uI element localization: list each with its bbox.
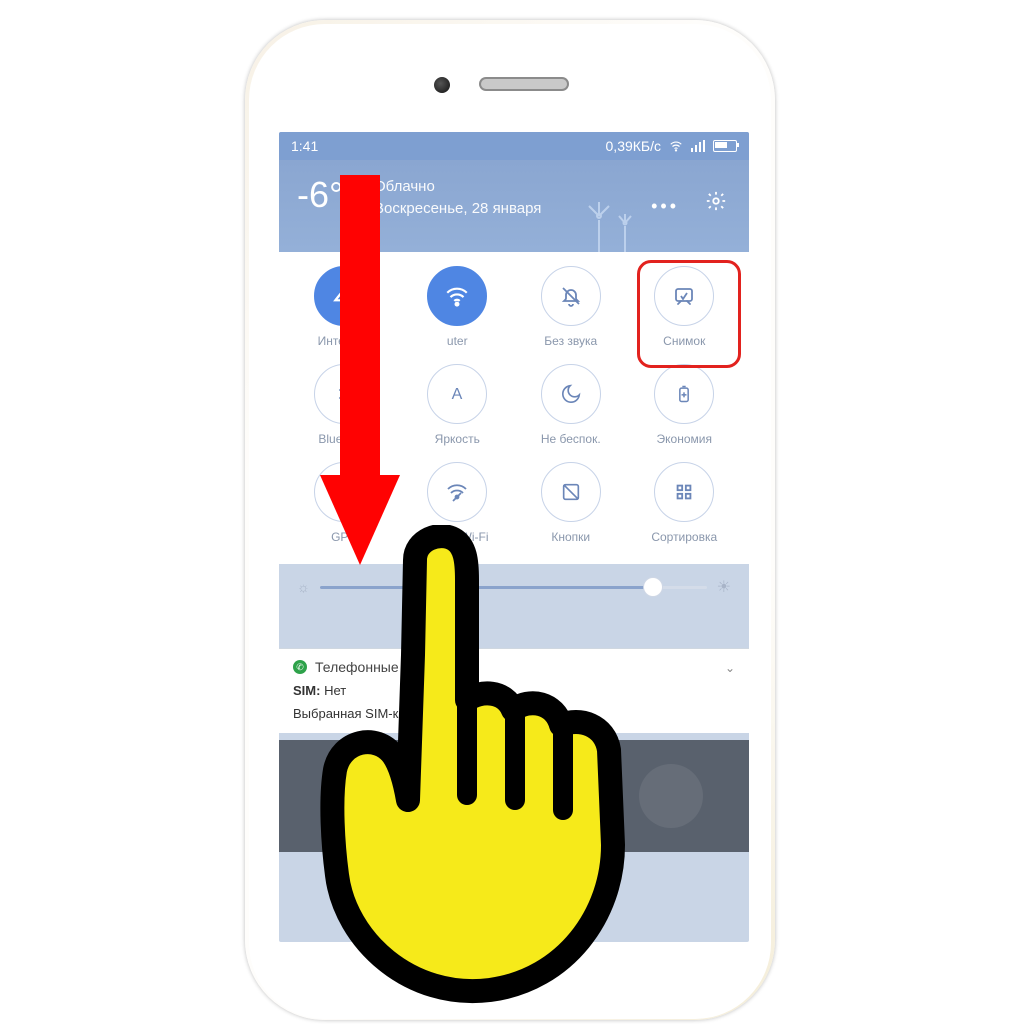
wifi-icon [427, 266, 487, 326]
battery-icon [713, 140, 737, 152]
weather-date: Воскресенье, 28 января [374, 200, 541, 217]
phone-app-icon: ✆ [293, 660, 307, 674]
qs-tile-hotspot[interactable]: Точка Wi-Fi [401, 462, 515, 544]
action-button[interactable] [482, 764, 546, 828]
notification-card[interactable]: ✆ Телефонные сервисы SIM: Нет Выбранная … [279, 648, 749, 733]
front-camera [434, 77, 450, 93]
brightness-high-icon: ☀ [717, 577, 731, 597]
weather-condition: Облачно [374, 178, 435, 195]
bell-off-icon [541, 266, 601, 326]
action-button[interactable] [639, 764, 703, 828]
qs-tile-screenshot[interactable]: Снимок [628, 266, 742, 348]
wifi-icon [669, 139, 683, 153]
qs-tile-label: Экономия [657, 432, 712, 446]
qs-tile-battery[interactable]: Экономия [628, 364, 742, 446]
brightness-low-icon: ☼ [297, 579, 310, 595]
buttons-icon [541, 462, 601, 522]
screen: 1:41 0,39КБ/с -6° Облач [279, 132, 749, 942]
status-net-speed: 0,39КБ/с [606, 138, 661, 154]
battery-icon [654, 364, 714, 424]
brightness-slider[interactable]: ☼ ☀ [297, 574, 731, 600]
status-bar: 1:41 0,39КБ/с [279, 132, 749, 160]
bluetooth-icon [314, 364, 374, 424]
notification-sim-value: Нет [324, 683, 346, 698]
signal-icon [691, 140, 705, 152]
weather-header[interactable]: -6° Облачно Воскресенье, 28 января ••• [279, 160, 749, 252]
qs-tile-bluetooth[interactable]: Bluetooth [287, 364, 401, 446]
slider-track[interactable] [320, 586, 707, 589]
moon-icon [541, 364, 601, 424]
qs-tile-label: Без звука [544, 334, 597, 348]
phone-frame: 1:41 0,39КБ/с -6° Облач [245, 20, 775, 1020]
svg-text:A: A [452, 386, 463, 403]
chevron-down-icon[interactable]: ⌄ [725, 661, 735, 675]
more-icon[interactable]: ••• [651, 196, 679, 217]
qs-tile-bell-off[interactable]: Без звука [514, 266, 628, 348]
location-icon [314, 462, 374, 522]
qs-tile-wifi[interactable]: uter [401, 266, 515, 348]
qs-tile-label: Снимок [663, 334, 705, 348]
qs-tile-label: Сортировка [651, 530, 717, 544]
brightness-icon: A [427, 364, 487, 424]
phone-body: 1:41 0,39КБ/с -6° Облач [249, 24, 771, 1019]
quick-settings-panel: Интернет uter Без звука Снимок Bluetooth A Ярк… [279, 252, 749, 564]
reorder-icon [654, 462, 714, 522]
slider-thumb[interactable] [643, 577, 663, 597]
earpiece-speaker [479, 77, 569, 91]
notification-app: Телефонные сервисы [315, 659, 457, 675]
globe-icon [314, 266, 374, 326]
qs-tile-reorder[interactable]: Сортировка [628, 462, 742, 544]
dimmed-action-row [279, 740, 749, 852]
status-time: 1:41 [291, 138, 318, 154]
hotspot-icon [427, 462, 487, 522]
qs-tile-label: Не беспок. [541, 432, 601, 446]
weather-temperature: -6° [297, 174, 343, 216]
qs-tile-label: Bluetooth [318, 432, 369, 446]
gear-icon[interactable] [705, 190, 727, 212]
qs-tile-label: Интернет [318, 334, 370, 348]
qs-tile-moon[interactable]: Не беспок. [514, 364, 628, 446]
qs-tile-location[interactable]: GPS [287, 462, 401, 544]
screenshot-icon [654, 266, 714, 326]
qs-tile-label: Яркость [435, 432, 480, 446]
notification-body: Выбранная SIM-карта для передачи данных.… [293, 706, 735, 721]
notification-sim-label: SIM: [293, 683, 320, 698]
qs-tile-brightness[interactable]: A Яркость [401, 364, 515, 446]
qs-tile-buttons[interactable]: Кнопки [514, 462, 628, 544]
qs-tile-label: uter [447, 334, 468, 348]
qs-tile-label: GPS [331, 530, 356, 544]
action-button[interactable] [325, 764, 389, 828]
qs-tile-label: Кнопки [551, 530, 590, 544]
windmill-icon [579, 192, 639, 252]
qs-tile-label: Точка Wi-Fi [426, 530, 489, 544]
qs-tile-globe[interactable]: Интернет [287, 266, 401, 348]
